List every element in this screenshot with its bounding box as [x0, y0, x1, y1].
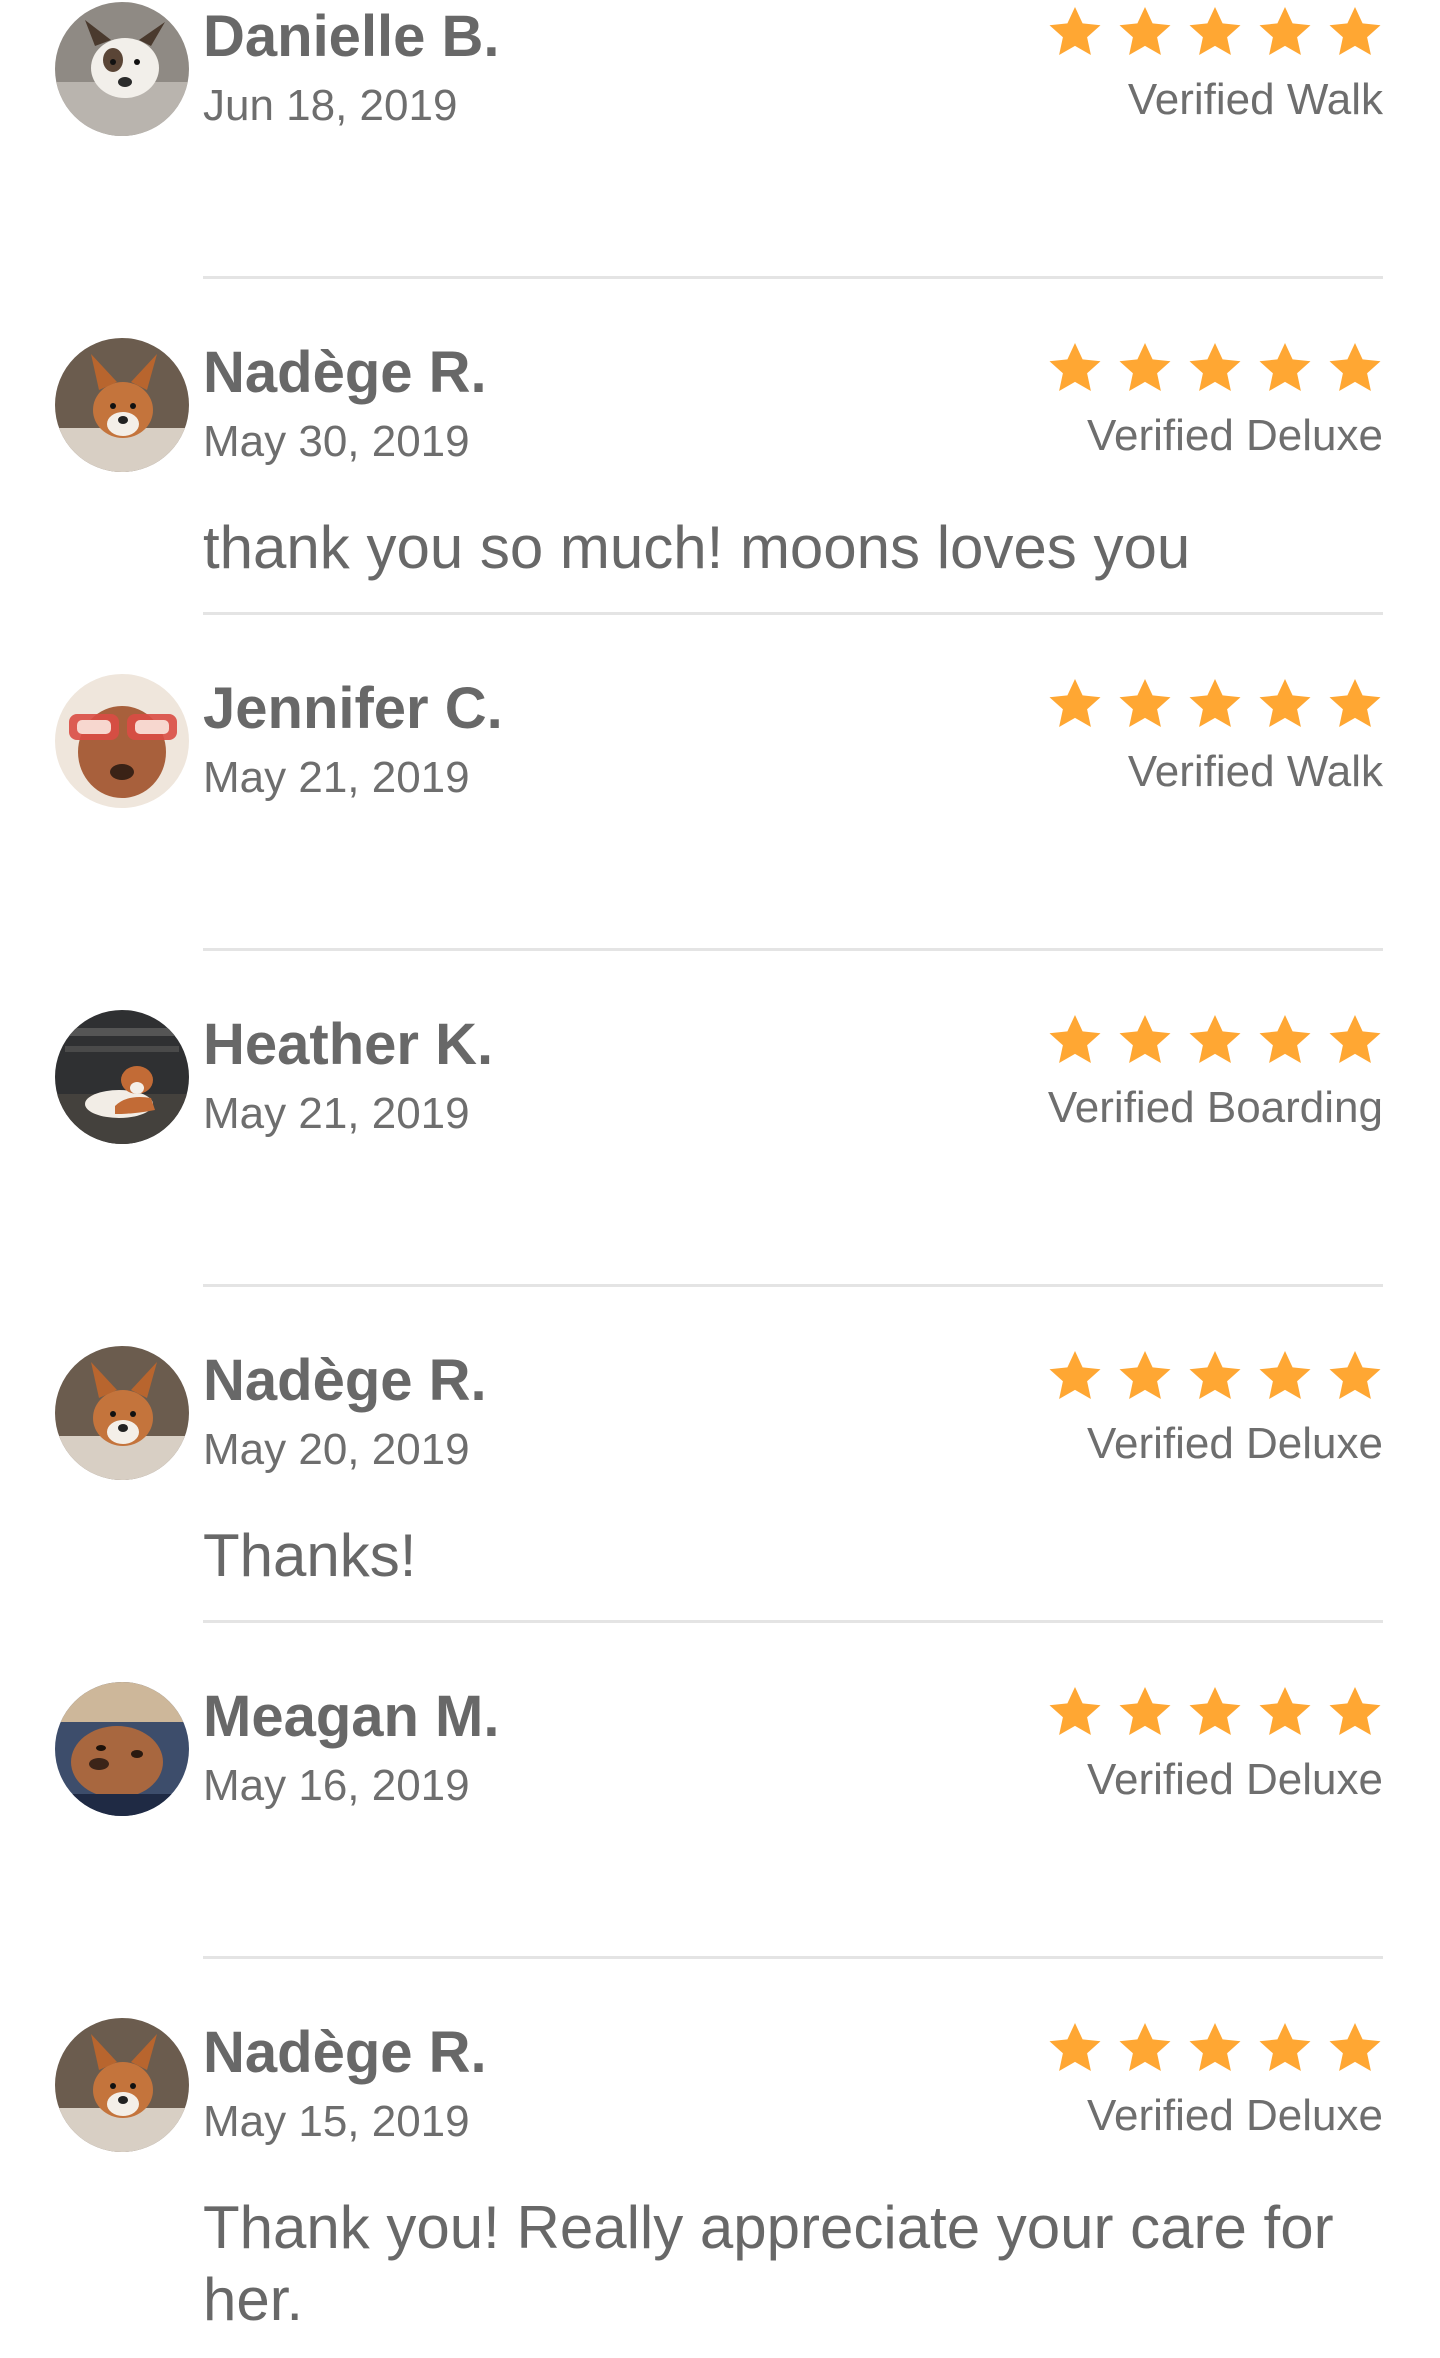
dog-avatar-icon: [55, 674, 189, 808]
service-type: Verified Deluxe: [1087, 411, 1383, 460]
review-item: Nadège R. May 30, 2019 Verified Deluxe t…: [0, 336, 1440, 672]
reviewer-name: Nadège R.: [203, 1348, 487, 1413]
star-icon: [1327, 1684, 1383, 1740]
star-icon: [1117, 1684, 1173, 1740]
star-icon: [1187, 1012, 1243, 1068]
star-icon: [1257, 340, 1313, 396]
star-icon: [1257, 4, 1313, 60]
reviewer-avatar[interactable]: [55, 1682, 189, 1816]
dog-avatar-icon: [55, 1682, 189, 1816]
reviewer-avatar[interactable]: [55, 1346, 189, 1480]
star-icon: [1047, 2020, 1103, 2076]
star-icon: [1327, 676, 1383, 732]
review-item: Danielle B. Jun 18, 2019 Verified Walk: [0, 0, 1440, 336]
star-icon: [1327, 1348, 1383, 1404]
review-date: May 16, 2019: [203, 1761, 470, 1810]
service-type: Verified Deluxe: [1087, 1755, 1383, 1804]
star-rating: [1047, 1684, 1383, 1740]
star-icon: [1117, 2020, 1173, 2076]
divider: [203, 1620, 1383, 1623]
dog-avatar-icon: [55, 1010, 189, 1144]
divider: [203, 612, 1383, 615]
reviewer-avatar[interactable]: [55, 2, 189, 136]
star-icon: [1257, 676, 1313, 732]
reviewer-avatar[interactable]: [55, 674, 189, 808]
star-icon: [1047, 676, 1103, 732]
star-icon: [1187, 4, 1243, 60]
reviewer-name: Danielle B.: [203, 4, 500, 69]
review-item: Meagan M. May 16, 2019 Verified Deluxe: [0, 1680, 1440, 2016]
star-icon: [1257, 1012, 1313, 1068]
review-item: Nadège R. May 20, 2019 Verified Deluxe T…: [0, 1344, 1440, 1680]
star-rating: [1047, 676, 1383, 732]
dog-avatar-icon: [55, 2018, 189, 2152]
star-icon: [1047, 4, 1103, 60]
star-icon: [1187, 2020, 1243, 2076]
star-icon: [1117, 676, 1173, 732]
review-date: May 15, 2019: [203, 2097, 470, 2146]
review-comment: Thank you! Really appreciate your care f…: [203, 2194, 1334, 2333]
review-item: Nadège R. May 15, 2019 Verified Deluxe T…: [0, 2016, 1440, 2352]
review-date: May 21, 2019: [203, 1089, 470, 1138]
review-comment: Thanks!: [203, 1522, 417, 1589]
star-icon: [1187, 676, 1243, 732]
star-icon: [1327, 2020, 1383, 2076]
reviewer-name: Meagan M.: [203, 1684, 500, 1749]
reviewer-avatar[interactable]: [55, 2018, 189, 2152]
review-item: Heather K. May 21, 2019 Verified Boardin…: [0, 1008, 1440, 1344]
star-icon: [1257, 1348, 1313, 1404]
star-icon: [1117, 4, 1173, 60]
service-type: Verified Walk: [1127, 747, 1383, 796]
review-date: May 21, 2019: [203, 753, 470, 802]
service-type: Verified Deluxe: [1087, 1419, 1383, 1468]
star-icon: [1047, 1012, 1103, 1068]
star-icon: [1047, 340, 1103, 396]
star-icon: [1187, 1684, 1243, 1740]
review-comment: thank you so much! moons loves you: [203, 514, 1191, 581]
dog-avatar-icon: [55, 1346, 189, 1480]
star-rating: [1047, 340, 1383, 396]
star-icon: [1187, 1348, 1243, 1404]
review-item: Jennifer C. May 21, 2019 Verified Walk: [0, 672, 1440, 1008]
star-icon: [1117, 1012, 1173, 1068]
reviewer-name: Jennifer C.: [203, 676, 503, 741]
star-rating: [1047, 1012, 1383, 1068]
reviewer-name: Nadège R.: [203, 340, 487, 405]
review-date: Jun 18, 2019: [203, 81, 458, 130]
star-icon: [1117, 1348, 1173, 1404]
service-type: Verified Walk: [1127, 75, 1383, 124]
star-icon: [1187, 340, 1243, 396]
star-icon: [1257, 2020, 1313, 2076]
star-icon: [1047, 1684, 1103, 1740]
reviewer-name: Heather K.: [203, 1012, 494, 1077]
star-rating: [1047, 2020, 1383, 2076]
star-rating: [1047, 4, 1383, 60]
star-icon: [1327, 340, 1383, 396]
divider: [203, 1284, 1383, 1287]
review-date: May 30, 2019: [203, 417, 470, 466]
star-icon: [1327, 4, 1383, 60]
dog-avatar-icon: [55, 338, 189, 472]
star-icon: [1327, 1012, 1383, 1068]
service-type: Verified Deluxe: [1087, 2091, 1383, 2140]
star-icon: [1047, 1348, 1103, 1404]
reviewer-avatar[interactable]: [55, 338, 189, 472]
divider: [203, 948, 1383, 951]
star-rating: [1047, 1348, 1383, 1404]
divider: [203, 1956, 1383, 1959]
review-date: May 20, 2019: [203, 1425, 470, 1474]
reviewer-avatar[interactable]: [55, 1010, 189, 1144]
divider: [203, 276, 1383, 279]
star-icon: [1257, 1684, 1313, 1740]
reviewer-name: Nadège R.: [203, 2020, 487, 2085]
service-type: Verified Boarding: [1047, 1083, 1383, 1132]
star-icon: [1117, 340, 1173, 396]
dog-avatar-icon: [55, 2, 189, 136]
